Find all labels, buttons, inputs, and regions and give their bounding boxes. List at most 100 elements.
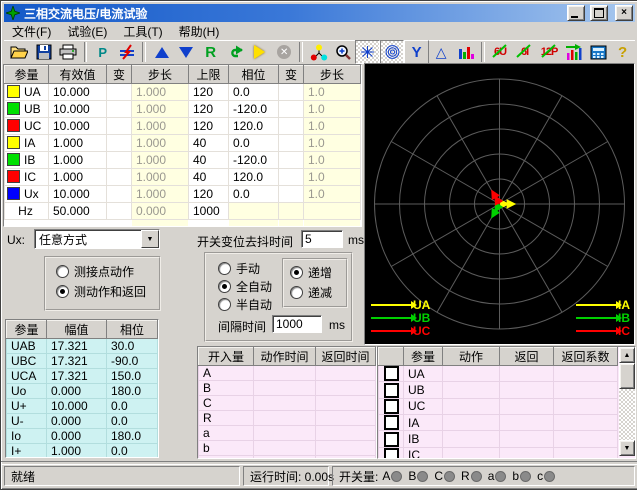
param-cell[interactable]: IC	[5, 169, 49, 186]
param-cell[interactable]: IA	[5, 135, 49, 152]
limit-cell[interactable]: 120	[189, 101, 229, 118]
result-row[interactable]: IC	[379, 447, 618, 459]
reset-button[interactable]: R	[198, 40, 223, 64]
seq-row[interactable]: I+1.0000.0	[7, 444, 158, 459]
step-down-button[interactable]	[174, 40, 199, 64]
step-cell[interactable]: 1.000	[132, 169, 189, 186]
change-cell[interactable]	[279, 169, 304, 186]
seq-row[interactable]: Uo0.000180.0	[7, 384, 158, 399]
rms-cell[interactable]: 1.000	[49, 135, 107, 152]
param-row-ic[interactable]: IC1.0001.00040120.01.0	[5, 169, 361, 186]
seq-row[interactable]: UCA17.321150.0	[7, 369, 158, 384]
result-row[interactable]: UC	[379, 398, 618, 414]
col-header[interactable]: 返回系数	[554, 348, 618, 366]
change-cell[interactable]	[279, 135, 304, 152]
rms-cell[interactable]: 10.000	[49, 101, 107, 118]
radio-semi-auto[interactable]: 半自动	[218, 296, 272, 313]
change-cell[interactable]	[107, 152, 132, 169]
phase-step-cell[interactable]	[304, 203, 361, 220]
radio-increase[interactable]: 递增	[290, 264, 332, 281]
param-cell[interactable]: Hz	[5, 203, 49, 220]
parameter-setup-button[interactable]: P	[90, 40, 115, 64]
change-cell[interactable]	[279, 118, 304, 135]
row-checkbox[interactable]	[384, 432, 399, 447]
vertical-scrollbar[interactable]: ▲ ▼	[619, 347, 635, 456]
change-cell[interactable]	[279, 203, 304, 220]
step-cell[interactable]: 1.000	[132, 135, 189, 152]
col-header[interactable]: 返回时间	[316, 348, 376, 366]
phase-step-cell[interactable]: 1.0	[304, 135, 361, 152]
col-header[interactable]: 动作时间	[254, 348, 316, 366]
step-cell[interactable]: 0.000	[132, 203, 189, 220]
col-header[interactable]: 变	[107, 66, 132, 84]
help-button[interactable]: ?	[610, 40, 635, 64]
radio-decrease[interactable]: 递减	[290, 284, 332, 301]
phase-cell[interactable]: -120.0	[229, 101, 279, 118]
radio-icon[interactable]	[290, 266, 303, 279]
col-header[interactable]: 有效值	[49, 66, 107, 84]
result-row[interactable]: UB	[379, 382, 618, 398]
seq-row[interactable]: U+10.0000.0	[7, 399, 158, 414]
result-row[interactable]: IB	[379, 431, 618, 447]
radio-icon[interactable]	[218, 298, 231, 311]
col-header[interactable]: 相位	[107, 321, 158, 339]
stop-test-button[interactable]: ✕	[272, 40, 297, 64]
rms-cell[interactable]: 50.000	[49, 203, 107, 220]
din-row[interactable]: c	[199, 456, 376, 460]
limit-cell[interactable]: 40	[189, 152, 229, 169]
title-bar[interactable]: 三相交流电压/电流试验 ×	[4, 4, 635, 22]
param-row-hz[interactable]: Hz50.0000.0001000	[5, 203, 361, 220]
step-cell[interactable]: 1.000	[132, 118, 189, 135]
radio-icon[interactable]	[290, 286, 303, 299]
phase-cell[interactable]: 120.0	[229, 118, 279, 135]
rms-cell[interactable]: 1.000	[49, 152, 107, 169]
col-header[interactable]: 动作	[443, 348, 500, 366]
seq-row[interactable]: UAB17.32130.0	[7, 339, 158, 354]
harmonic-button[interactable]	[561, 40, 586, 64]
radio-icon[interactable]	[218, 262, 231, 275]
radio-manual[interactable]: 手动	[218, 260, 260, 277]
change-cell[interactable]	[279, 152, 304, 169]
din-row[interactable]: C	[199, 396, 376, 411]
change-cell[interactable]	[107, 84, 132, 101]
change-cell[interactable]	[279, 186, 304, 203]
dropdown-button[interactable]: ▼	[141, 230, 159, 248]
phase-step-cell[interactable]: 1.0	[304, 118, 361, 135]
phasor-diagram-button[interactable]	[306, 40, 331, 64]
result-row[interactable]: UA	[379, 366, 618, 382]
param-row-ia[interactable]: IA1.0001.000400.01.0	[5, 135, 361, 152]
phase-cell[interactable]: 120.0	[229, 169, 279, 186]
rms-cell[interactable]: 1.000	[49, 169, 107, 186]
step-cell[interactable]: 1.000	[132, 186, 189, 203]
phase-cell[interactable]: 0.0	[229, 84, 279, 101]
menu-tools[interactable]: 工具(T)	[115, 22, 170, 41]
vector-view-toggle[interactable]	[355, 40, 380, 64]
wye-connection-button[interactable]: Y	[404, 40, 429, 64]
param-cell[interactable]: UA	[5, 84, 49, 101]
save-button[interactable]	[32, 40, 57, 64]
scrollbar-down-button[interactable]: ▼	[619, 440, 635, 456]
col-header[interactable]: 开入量	[199, 348, 254, 366]
zoom-button[interactable]	[331, 40, 356, 64]
bar-chart-button[interactable]	[453, 40, 478, 64]
change-cell[interactable]	[107, 169, 132, 186]
radio-icon[interactable]	[218, 280, 231, 293]
col-header[interactable]: 参量	[5, 66, 49, 84]
impedance-button[interactable]	[115, 40, 140, 64]
param-cell[interactable]: Ux	[5, 186, 49, 203]
col-header[interactable]: 上限	[189, 66, 229, 84]
col-header[interactable]: 返回	[500, 348, 554, 366]
radio-action-return[interactable]: 测动作和返回	[56, 283, 146, 300]
row-checkbox[interactable]	[384, 366, 399, 381]
phase-cell[interactable]: -120.0	[229, 152, 279, 169]
menu-file[interactable]: 文件(F)	[4, 22, 59, 41]
delta-connection-button[interactable]: △	[429, 40, 454, 64]
phase-cell[interactable]: 0.0	[229, 135, 279, 152]
undo-button[interactable]	[223, 40, 248, 64]
change-cell[interactable]	[279, 84, 304, 101]
menu-help[interactable]: 帮助(H)	[171, 22, 228, 41]
row-checkbox[interactable]	[384, 415, 399, 430]
calculator-button[interactable]	[586, 40, 611, 64]
minimize-button[interactable]	[567, 5, 585, 21]
param-cell[interactable]: UC	[5, 118, 49, 135]
